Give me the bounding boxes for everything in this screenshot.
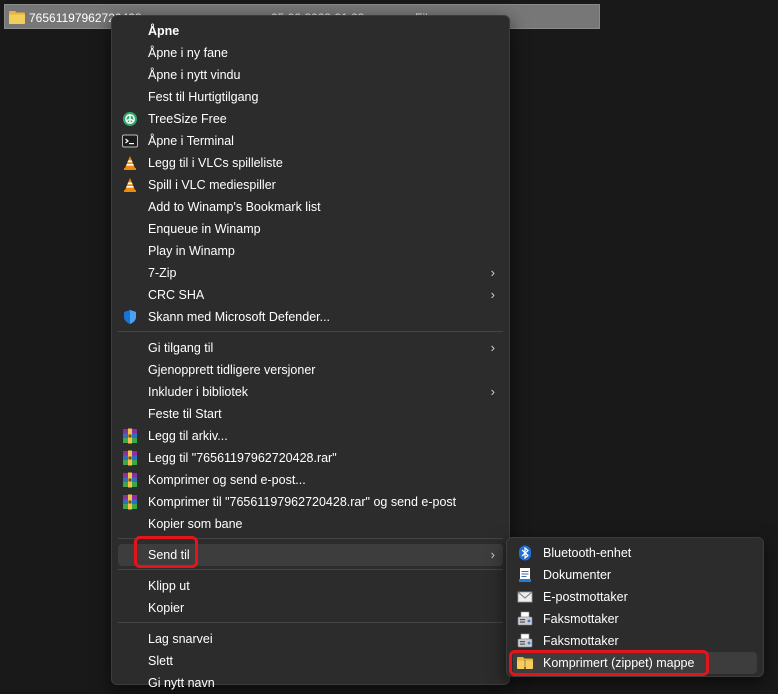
send-to-item-e-postmottaker[interactable]: E-postmottaker: [513, 586, 757, 608]
menu-item-label: Inkluder i bibliotek: [148, 385, 249, 399]
menu-item-label: Feste til Start: [148, 407, 222, 421]
menu-separator: [118, 569, 503, 570]
menu-item-label: Åpne i nytt vindu: [148, 68, 241, 82]
send-to-item-label: Dokumenter: [543, 568, 612, 582]
chevron-right-icon: ›: [490, 287, 495, 302]
menu-item-label: Enqueue in Winamp: [148, 222, 261, 236]
menu-item-kopier-som-bane[interactable]: Kopier som bane: [118, 513, 503, 535]
menu-item-label: Legg til i VLCs spilleliste: [148, 156, 283, 170]
defender-shield-icon: [122, 309, 138, 325]
menu-separator: [118, 331, 503, 332]
menu-item-legg-til-arkiv[interactable]: Legg til arkiv...: [118, 425, 503, 447]
send-to-item-label: E-postmottaker: [543, 590, 628, 604]
menu-item-inkluder-i-bibliotek[interactable]: Inkluder i bibliotek ›: [118, 381, 503, 403]
send-to-item-label: Faksmottaker: [543, 634, 619, 648]
chevron-right-icon: ›: [490, 384, 495, 399]
menu-item-label: Kopier: [148, 601, 185, 615]
menu-item-label: Lag snarvei: [148, 632, 213, 646]
menu-item-label: CRC SHA: [148, 288, 205, 302]
menu-item-label: Slett: [148, 654, 174, 668]
winrar-icon: [122, 428, 138, 444]
menu-item-label: Komprimer til "76561197962720428.rar" og…: [148, 495, 457, 509]
menu-item-label: Spill i VLC mediespiller: [148, 178, 276, 192]
menu-item-label: Kopier som bane: [148, 517, 243, 531]
menu-item-label: Åpne i Terminal: [148, 134, 234, 148]
menu-item-feste-til-start[interactable]: Feste til Start: [118, 403, 503, 425]
menu-item-play-in-winamp[interactable]: Play in Winamp: [118, 240, 503, 262]
menu-item-label: Gi tilgang til: [148, 341, 214, 355]
context-menu: Åpne Åpne i ny fane Åpne i nytt vindu Fest …: [111, 15, 510, 690]
menu-item-legg-til-76561197962720428-rar[interactable]: Legg til "76561197962720428.rar": [118, 447, 503, 469]
fax-icon: [517, 633, 533, 649]
compressed-folder-highlight-box: [509, 650, 709, 676]
send-to-item-bluetooth-enhet[interactable]: Bluetooth-enhet: [513, 542, 757, 564]
menu-item-label: Legg til "76561197962720428.rar": [148, 451, 337, 465]
menu-item-enqueue-in-winamp[interactable]: Enqueue in Winamp: [118, 218, 503, 240]
send-to-item-faksmottaker[interactable]: Faksmottaker: [513, 608, 757, 630]
winrar-icon: [122, 472, 138, 488]
menu-item-label: Klipp ut: [148, 579, 190, 593]
menu-item-spill-i-vlc-mediespiller[interactable]: Spill i VLC mediespiller: [118, 174, 503, 196]
menu-item-treesize-free[interactable]: TreeSize Free: [118, 108, 503, 130]
menu-item-skann-med-microsoft-defender[interactable]: Skann med Microsoft Defender...: [118, 306, 503, 328]
bluetooth-icon: [517, 545, 533, 561]
chevron-right-icon: ›: [490, 547, 495, 562]
send-to-item-dokumenter[interactable]: Dokumenter: [513, 564, 757, 586]
winrar-icon: [122, 450, 138, 466]
menu-item-pne-i-terminal[interactable]: Åpne i Terminal: [118, 130, 503, 152]
menu-item-label: 7-Zip: [148, 266, 177, 280]
menu-item-label: TreeSize Free: [148, 112, 227, 126]
menu-item-crc-sha[interactable]: CRC SHA ›: [118, 284, 503, 306]
send-to-item-faksmottaker[interactable]: Faksmottaker: [513, 630, 757, 652]
menu-item-fest-til-hurtigtilgang[interactable]: Fest til Hurtigtilgang: [118, 86, 503, 108]
menu-item-label: Åpne: [148, 24, 180, 38]
send-to-highlight-box: [134, 536, 198, 568]
menu-item-add-to-winamp-s-bookmark-list[interactable]: Add to Winamp's Bookmark list: [118, 196, 503, 218]
menu-item-7-zip[interactable]: 7-Zip ›: [118, 262, 503, 284]
menu-item-label: Legg til arkiv...: [148, 429, 228, 443]
menu-item-slett[interactable]: Slett: [118, 650, 503, 672]
mail-recipient-icon: [517, 589, 533, 605]
documents-icon: [517, 567, 533, 583]
menu-item-label: Fest til Hurtigtilgang: [148, 90, 259, 104]
treesize-icon: [122, 111, 138, 127]
chevron-right-icon: ›: [490, 265, 495, 280]
menu-item-pne[interactable]: Åpne: [118, 20, 503, 42]
vlc-icon: [122, 155, 138, 171]
menu-item-label: Gjenopprett tidligere versjoner: [148, 363, 316, 377]
winrar-icon: [122, 494, 138, 510]
send-to-item-label: Faksmottaker: [543, 612, 619, 626]
menu-item-label: Skann med Microsoft Defender...: [148, 310, 331, 324]
menu-item-label: Åpne i ny fane: [148, 46, 228, 60]
folder-icon: [9, 11, 25, 24]
menu-item-label: Komprimer og send e-post...: [148, 473, 306, 487]
menu-item-lag-snarvei[interactable]: Lag snarvei: [118, 628, 503, 650]
vlc-icon: [122, 177, 138, 193]
fax-icon: [517, 611, 533, 627]
menu-item-label: Play in Winamp: [148, 244, 235, 258]
menu-item-pne-i-nytt-vindu[interactable]: Åpne i nytt vindu: [118, 64, 503, 86]
menu-item-komprimer-til-76561197962720428-rar-og-send-e-post[interactable]: Komprimer til "76561197962720428.rar" og…: [118, 491, 503, 513]
menu-item-label: Gi nytt navn: [148, 676, 215, 690]
menu-item-gi-tilgang-til[interactable]: Gi tilgang til ›: [118, 337, 503, 359]
chevron-right-icon: ›: [490, 340, 495, 355]
menu-item-klipp-ut[interactable]: Klipp ut: [118, 575, 503, 597]
menu-item-pne-i-ny-fane[interactable]: Åpne i ny fane: [118, 42, 503, 64]
menu-item-komprimer-og-send-e-post[interactable]: Komprimer og send e-post...: [118, 469, 503, 491]
menu-item-kopier[interactable]: Kopier: [118, 597, 503, 619]
menu-item-legg-til-i-vlcs-spilleliste[interactable]: Legg til i VLCs spilleliste: [118, 152, 503, 174]
send-to-item-label: Bluetooth-enhet: [543, 546, 632, 560]
menu-item-label: Add to Winamp's Bookmark list: [148, 200, 321, 214]
menu-item-gjenopprett-tidligere-versjoner[interactable]: Gjenopprett tidligere versjoner: [118, 359, 503, 381]
menu-item-gi-nytt-navn[interactable]: Gi nytt navn: [118, 672, 503, 694]
menu-separator: [118, 622, 503, 623]
terminal-icon: [122, 133, 138, 149]
